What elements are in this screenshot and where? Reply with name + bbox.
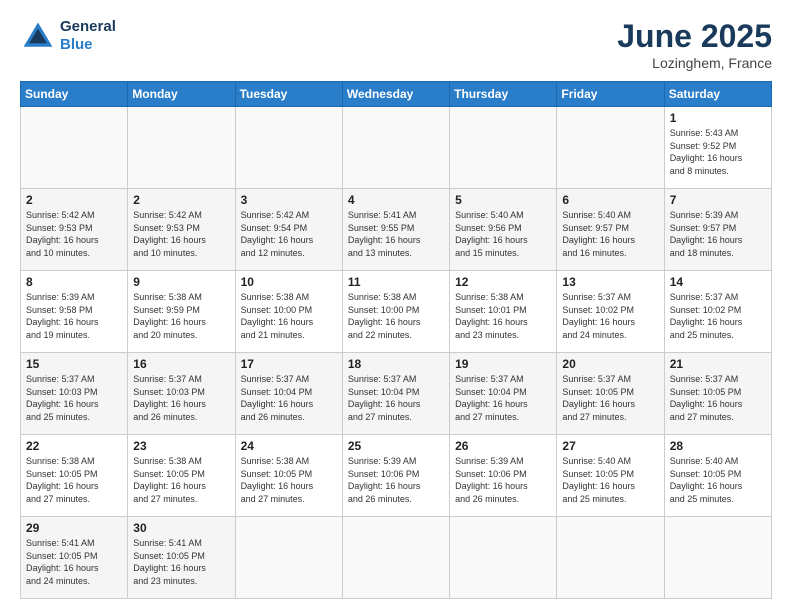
- calendar-cell: 9Sunrise: 5:38 AMSunset: 9:59 PMDaylight…: [128, 271, 235, 353]
- calendar-row: 29Sunrise: 5:41 AMSunset: 10:05 PMDaylig…: [21, 517, 772, 599]
- location: Lozinghem, France: [617, 55, 772, 71]
- calendar-cell: [664, 517, 771, 599]
- calendar-cell: [557, 517, 664, 599]
- weekday-header: Tuesday: [235, 82, 342, 107]
- calendar-cell: 1Sunrise: 5:43 AMSunset: 9:52 PMDaylight…: [664, 107, 771, 189]
- calendar-cell: 11Sunrise: 5:38 AMSunset: 10:00 PMDaylig…: [342, 271, 449, 353]
- calendar-cell: 26Sunrise: 5:39 AMSunset: 10:06 PMDaylig…: [450, 435, 557, 517]
- calendar-row: 15Sunrise: 5:37 AMSunset: 10:03 PMDaylig…: [21, 353, 772, 435]
- calendar-cell: 12Sunrise: 5:38 AMSunset: 10:01 PMDaylig…: [450, 271, 557, 353]
- calendar-cell: 4Sunrise: 5:41 AMSunset: 9:55 PMDaylight…: [342, 189, 449, 271]
- calendar-cell: 14Sunrise: 5:37 AMSunset: 10:02 PMDaylig…: [664, 271, 771, 353]
- calendar-cell: 13Sunrise: 5:37 AMSunset: 10:02 PMDaylig…: [557, 271, 664, 353]
- calendar-cell: 8Sunrise: 5:39 AMSunset: 9:58 PMDaylight…: [21, 271, 128, 353]
- page: General Blue June 2025 Lozinghem, France…: [0, 0, 792, 612]
- logo-text: General Blue: [60, 18, 116, 54]
- weekday-header: Friday: [557, 82, 664, 107]
- calendar-cell: [235, 107, 342, 189]
- calendar-cell: [235, 517, 342, 599]
- month-title: June 2025: [617, 18, 772, 55]
- calendar-cell: [450, 517, 557, 599]
- calendar-cell: 27Sunrise: 5:40 AMSunset: 10:05 PMDaylig…: [557, 435, 664, 517]
- calendar-cell: 29Sunrise: 5:41 AMSunset: 10:05 PMDaylig…: [21, 517, 128, 599]
- calendar-table: SundayMondayTuesdayWednesdayThursdayFrid…: [20, 81, 772, 599]
- calendar-cell: 6Sunrise: 5:40 AMSunset: 9:57 PMDaylight…: [557, 189, 664, 271]
- calendar-cell: 20Sunrise: 5:37 AMSunset: 10:05 PMDaylig…: [557, 353, 664, 435]
- calendar-cell: [342, 517, 449, 599]
- calendar-cell: [450, 107, 557, 189]
- title-block: June 2025 Lozinghem, France: [617, 18, 772, 71]
- calendar-cell: 2Sunrise: 5:42 AMSunset: 9:53 PMDaylight…: [128, 189, 235, 271]
- calendar-cell: 2Sunrise: 5:42 AMSunset: 9:53 PMDaylight…: [21, 189, 128, 271]
- logo: General Blue: [20, 18, 116, 54]
- calendar-cell: 18Sunrise: 5:37 AMSunset: 10:04 PMDaylig…: [342, 353, 449, 435]
- calendar-cell: 7Sunrise: 5:39 AMSunset: 9:57 PMDaylight…: [664, 189, 771, 271]
- calendar-row: 2Sunrise: 5:42 AMSunset: 9:53 PMDaylight…: [21, 189, 772, 271]
- calendar-row: 22Sunrise: 5:38 AMSunset: 10:05 PMDaylig…: [21, 435, 772, 517]
- weekday-header: Wednesday: [342, 82, 449, 107]
- calendar-cell: 10Sunrise: 5:38 AMSunset: 10:00 PMDaylig…: [235, 271, 342, 353]
- header: General Blue June 2025 Lozinghem, France: [20, 18, 772, 71]
- weekday-header: Thursday: [450, 82, 557, 107]
- calendar-cell: 16Sunrise: 5:37 AMSunset: 10:03 PMDaylig…: [128, 353, 235, 435]
- calendar-cell: 15Sunrise: 5:37 AMSunset: 10:03 PMDaylig…: [21, 353, 128, 435]
- calendar-cell: [557, 107, 664, 189]
- calendar-cell: 23Sunrise: 5:38 AMSunset: 10:05 PMDaylig…: [128, 435, 235, 517]
- calendar-cell: 17Sunrise: 5:37 AMSunset: 10:04 PMDaylig…: [235, 353, 342, 435]
- logo-icon: [20, 18, 56, 54]
- weekday-header: Saturday: [664, 82, 771, 107]
- calendar-cell: [342, 107, 449, 189]
- calendar-cell: 21Sunrise: 5:37 AMSunset: 10:05 PMDaylig…: [664, 353, 771, 435]
- calendar-cell: 28Sunrise: 5:40 AMSunset: 10:05 PMDaylig…: [664, 435, 771, 517]
- calendar-cell: [128, 107, 235, 189]
- calendar-cell: 3Sunrise: 5:42 AMSunset: 9:54 PMDaylight…: [235, 189, 342, 271]
- calendar-cell: 25Sunrise: 5:39 AMSunset: 10:06 PMDaylig…: [342, 435, 449, 517]
- header-row: SundayMondayTuesdayWednesdayThursdayFrid…: [21, 82, 772, 107]
- calendar-cell: [21, 107, 128, 189]
- weekday-header: Monday: [128, 82, 235, 107]
- calendar-cell: 22Sunrise: 5:38 AMSunset: 10:05 PMDaylig…: [21, 435, 128, 517]
- calendar-cell: 5Sunrise: 5:40 AMSunset: 9:56 PMDaylight…: [450, 189, 557, 271]
- calendar-row: 1Sunrise: 5:43 AMSunset: 9:52 PMDaylight…: [21, 107, 772, 189]
- calendar-cell: 30Sunrise: 5:41 AMSunset: 10:05 PMDaylig…: [128, 517, 235, 599]
- calendar-cell: 24Sunrise: 5:38 AMSunset: 10:05 PMDaylig…: [235, 435, 342, 517]
- calendar-row: 8Sunrise: 5:39 AMSunset: 9:58 PMDaylight…: [21, 271, 772, 353]
- weekday-header: Sunday: [21, 82, 128, 107]
- calendar-cell: 19Sunrise: 5:37 AMSunset: 10:04 PMDaylig…: [450, 353, 557, 435]
